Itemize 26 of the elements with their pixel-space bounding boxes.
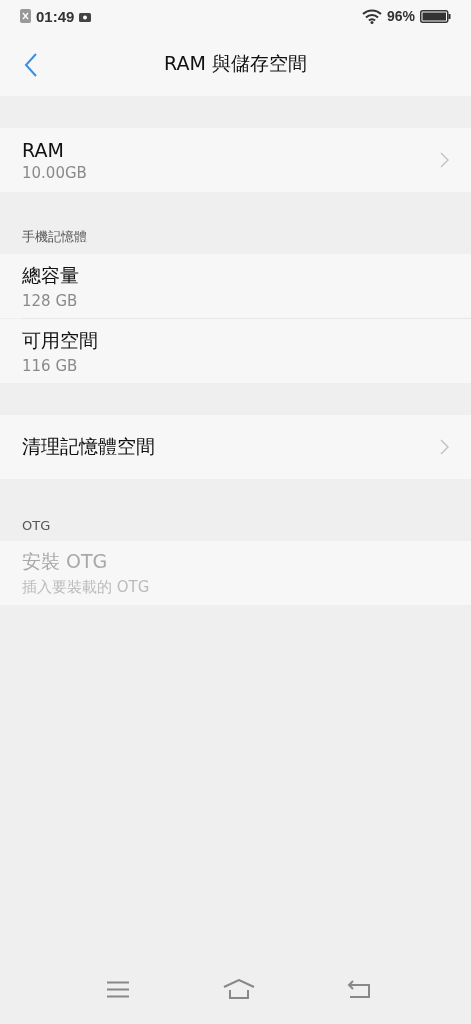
chevron-icon [440,152,449,168]
chevron-icon [440,439,449,455]
back-nav-button[interactable] [347,980,371,998]
settings-row[interactable]: 清理記憶體空間 [0,415,471,479]
row-title: RAM [22,138,65,161]
sim-icon [20,9,31,23]
row-title: 安裝 OTG [22,549,109,574]
page-title: RAM 與儲存空間 [164,51,307,76]
row-value: 116 GB [22,356,79,375]
menu-button[interactable] [106,980,130,998]
settings-row[interactable]: RAM 10.00GB [0,128,471,192]
home-button[interactable] [222,979,255,999]
row-value: 插入要裝載的 OTG [22,578,150,597]
row-value: 128 GB [22,291,79,310]
battery-percent: 96% [386,8,415,24]
row-title: 可用空間 [22,327,98,353]
section-heading: OTG [22,518,51,533]
wifi-icon [361,8,382,24]
battery-icon [420,9,451,23]
section-heading: 手機記憶體 [22,228,87,246]
status-time: 01:49 [36,7,75,25]
row-title: 清理記憶體空間 [22,434,155,459]
back-icon [24,52,38,78]
row-value: 10.00GB [22,163,87,182]
row-title: 總容量 [22,262,79,288]
notification-icon [79,10,92,22]
